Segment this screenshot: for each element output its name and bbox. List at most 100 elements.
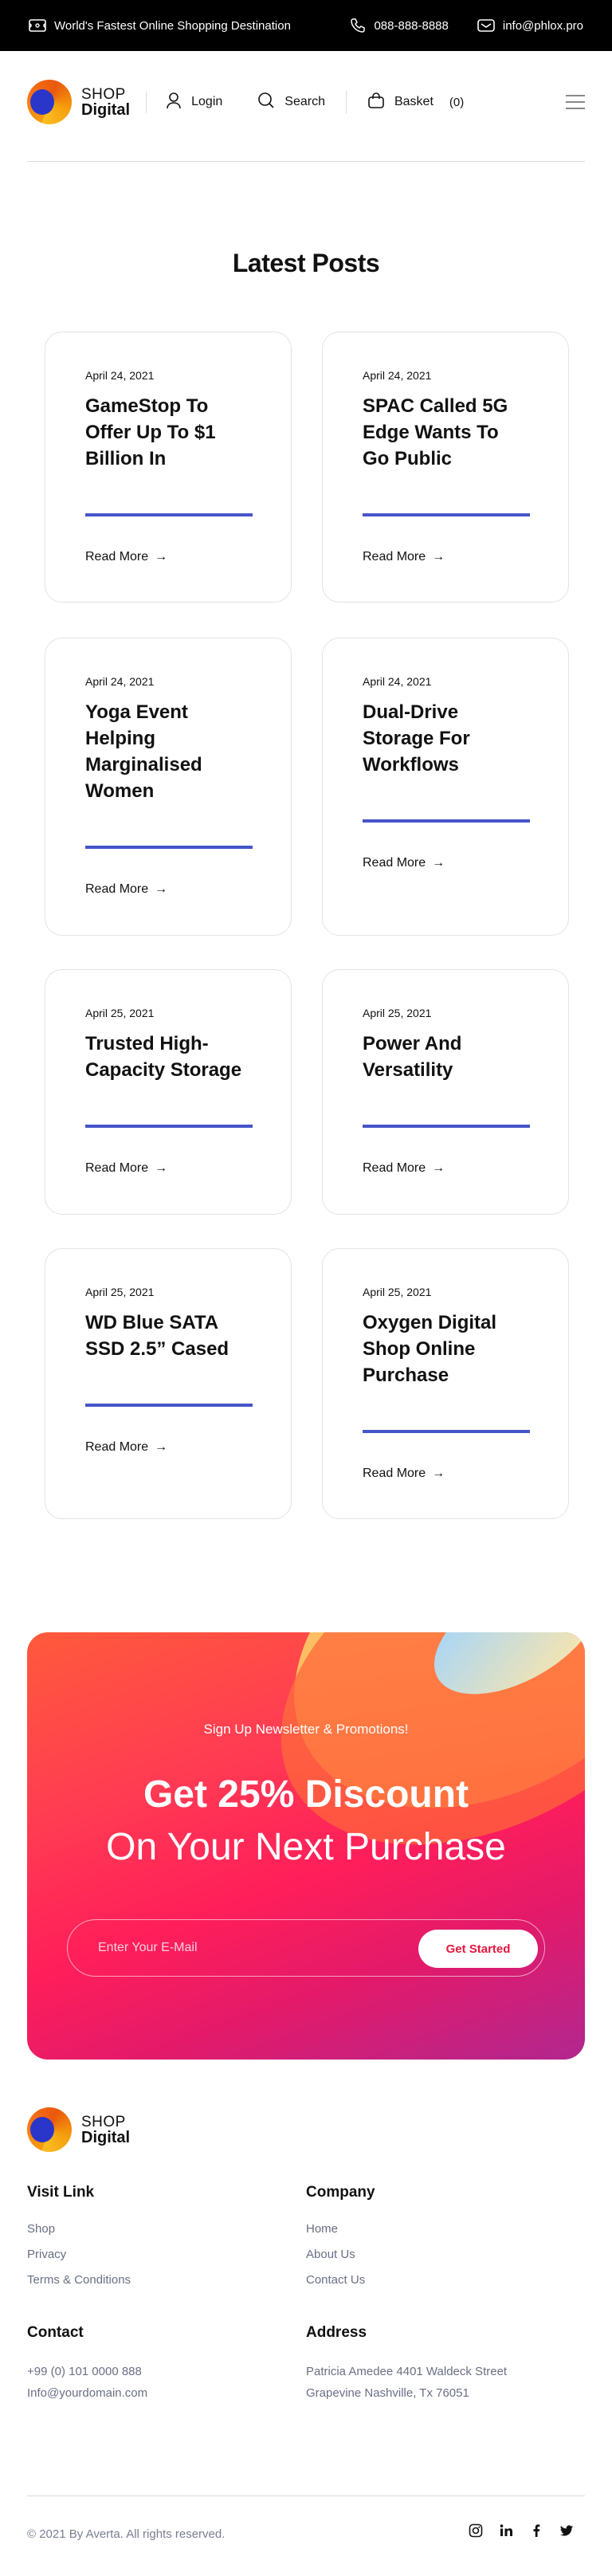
user-icon	[166, 92, 182, 113]
post-title[interactable]: Power And Versatility	[363, 1031, 528, 1083]
logo[interactable]: SHOP Digital	[27, 80, 130, 124]
email-input[interactable]	[98, 1920, 401, 1976]
top-bar: World's Fastest Online Shopping Destinat…	[0, 0, 612, 51]
post-title[interactable]: Dual-Drive Storage For Workflows	[363, 699, 528, 778]
company-title: Company	[306, 2184, 375, 2201]
facebook-icon[interactable]	[529, 2523, 543, 2538]
twitter-icon[interactable]	[559, 2523, 574, 2538]
accent-bar	[85, 846, 253, 849]
post-title[interactable]: Yoga Event Helping Marginalised Women	[85, 699, 251, 804]
contact-phone[interactable]: +99 (0) 101 0000 888	[27, 2365, 142, 2378]
divider	[345, 91, 347, 113]
logo-mark-icon	[27, 80, 72, 124]
search-label: Search	[284, 95, 325, 108]
address-title: Address	[306, 2324, 367, 2341]
arrow-right-icon: →	[155, 1440, 168, 1454]
address-column: Address Patricia Amedee 4401 Waldeck Str…	[306, 2324, 507, 2404]
accent-bar	[363, 819, 530, 823]
post-card[interactable]: April 24, 2021 GameStop To Offer Up To $…	[45, 332, 292, 603]
arrow-right-icon: →	[432, 550, 445, 564]
arrow-right-icon: →	[155, 550, 168, 564]
ticket-icon	[29, 18, 46, 33]
post-date: April 25, 2021	[85, 1007, 155, 1019]
section-title: Latest Posts	[232, 249, 380, 277]
post-date: April 24, 2021	[363, 369, 432, 382]
accent-bar	[85, 513, 253, 516]
tagline-text: World's Fastest Online Shopping Destinat…	[54, 18, 291, 33]
phone-text: 088-888-8888	[374, 18, 449, 33]
post-title[interactable]: Oxygen Digital Shop Online Purchase	[363, 1310, 528, 1388]
address-line2: Grapevine Nashville, Tx 76051	[306, 2386, 469, 2400]
footer-link-about[interactable]: About Us	[306, 2248, 375, 2261]
login-label: Login	[191, 95, 223, 108]
search-link[interactable]: Search	[257, 92, 325, 113]
read-more-link[interactable]: Read More →	[85, 550, 251, 564]
email-text: info@phlox.pro	[502, 18, 583, 33]
email-link[interactable]: info@phlox.pro	[477, 18, 583, 33]
post-card[interactable]: April 24, 2021 Dual-Drive Storage For Wo…	[322, 638, 569, 936]
post-card[interactable]: April 25, 2021 Oxygen Digital Shop Onlin…	[322, 1248, 569, 1519]
read-more-link[interactable]: Read More →	[85, 1440, 251, 1455]
phone-link[interactable]: 088-888-8888	[350, 18, 449, 33]
read-more-link[interactable]: Read More →	[85, 1161, 251, 1176]
menu-icon[interactable]	[566, 95, 585, 109]
post-card[interactable]: April 24, 2021 Yoga Event Helping Margin…	[45, 638, 292, 936]
read-more-link[interactable]: Read More →	[85, 882, 251, 897]
arrow-right-icon: →	[432, 856, 445, 870]
accent-bar	[85, 1125, 253, 1128]
newsletter-banner: Sign Up Newsletter & Promotions! Get 25%…	[27, 1632, 585, 2060]
post-card[interactable]: April 25, 2021 Power And Versatility Rea…	[322, 969, 569, 1215]
read-more-link[interactable]: Read More →	[363, 550, 528, 564]
read-more-label: Read More	[363, 1467, 426, 1480]
contact-email[interactable]: Info@yourdomain.com	[27, 2386, 147, 2400]
logo-line1: SHOP	[81, 85, 126, 103]
post-title[interactable]: WD Blue SATA SSD 2.5” Cased	[85, 1310, 251, 1362]
accent-bar	[363, 1125, 530, 1128]
accent-bar	[85, 1404, 253, 1407]
basket-link[interactable]: Basket (0)	[367, 92, 464, 113]
site-header: SHOP Digital Login Search Basket (0)	[27, 77, 585, 128]
read-more-label: Read More	[85, 882, 149, 896]
footer-link-shop[interactable]: Shop	[27, 2222, 131, 2236]
post-title[interactable]: GameStop To Offer Up To $1 Billion In	[85, 393, 251, 472]
arrow-right-icon: →	[155, 1161, 168, 1175]
basket-label: Basket	[394, 95, 434, 108]
get-started-button[interactable]: Get Started	[418, 1930, 538, 1968]
phone-icon	[350, 18, 366, 33]
post-card[interactable]: April 24, 2021 SPAC Called 5G Edge Wants…	[322, 332, 569, 603]
footer-link-terms[interactable]: Terms & Conditions	[27, 2273, 131, 2287]
linkedin-icon[interactable]	[499, 2523, 513, 2538]
read-more-link[interactable]: Read More →	[363, 1467, 528, 1481]
divider	[146, 91, 147, 113]
mail-icon	[477, 18, 495, 33]
read-more-label: Read More	[85, 550, 149, 564]
post-date: April 24, 2021	[85, 369, 155, 382]
post-card[interactable]: April 25, 2021 Trusted High-Capacity Sto…	[45, 969, 292, 1215]
read-more-link[interactable]: Read More →	[363, 856, 528, 870]
footer-link-contact[interactable]: Contact Us	[306, 2273, 375, 2287]
footer-link-home[interactable]: Home	[306, 2222, 375, 2236]
instagram-icon[interactable]	[469, 2523, 483, 2538]
logo-line2: Digital	[81, 2128, 131, 2146]
post-card[interactable]: April 25, 2021 WD Blue SATA SSD 2.5” Cas…	[45, 1248, 292, 1519]
read-more-label: Read More	[85, 1440, 149, 1454]
post-title[interactable]: Trusted High-Capacity Storage	[85, 1031, 251, 1083]
read-more-label: Read More	[85, 1161, 149, 1175]
search-icon	[257, 92, 275, 113]
post-title[interactable]: SPAC Called 5G Edge Wants To Go Public	[363, 393, 528, 472]
read-more-label: Read More	[363, 856, 426, 870]
footer-link-privacy[interactable]: Privacy	[27, 2248, 131, 2261]
visit-links-column: Visit Link Shop Privacy Terms & Conditio…	[27, 2184, 131, 2299]
login-link[interactable]: Login	[166, 92, 222, 113]
accent-bar	[363, 513, 530, 516]
post-date: April 25, 2021	[363, 1286, 432, 1298]
tagline: World's Fastest Online Shopping Destinat…	[29, 18, 350, 33]
post-date: April 25, 2021	[363, 1007, 432, 1019]
arrow-right-icon: →	[432, 1467, 445, 1480]
post-date: April 24, 2021	[363, 675, 432, 688]
footer-logo[interactable]: SHOP Digital	[27, 2107, 130, 2152]
contact-title: Contact	[27, 2324, 84, 2341]
contact-column: Contact +99 (0) 101 0000 888 Info@yourdo…	[27, 2324, 147, 2404]
copyright: © 2021 By Averta. All rights reserved.	[27, 2527, 226, 2541]
read-more-link[interactable]: Read More →	[363, 1161, 528, 1176]
